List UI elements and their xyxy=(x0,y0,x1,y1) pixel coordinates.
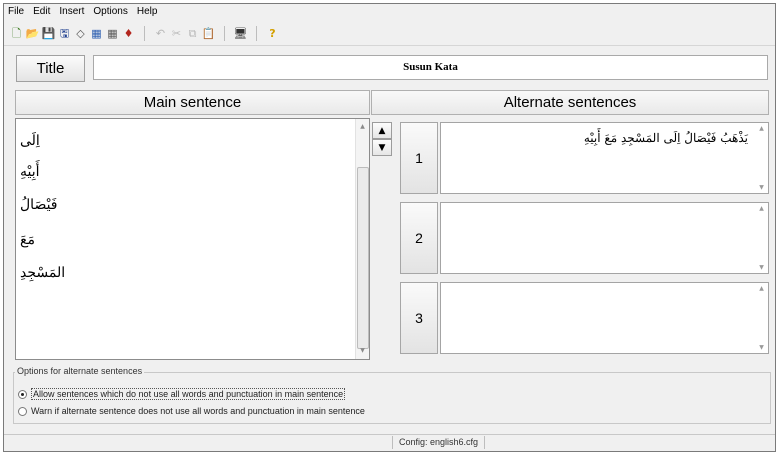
move-up-button[interactable]: ▲ xyxy=(372,122,392,139)
alt-row-3-button[interactable]: 3 xyxy=(400,282,438,354)
main-word[interactable]: أَبِيْهِ xyxy=(20,164,40,180)
alt-3-scrollbar[interactable]: ▲ ▼ xyxy=(755,283,768,353)
toolbar-divider xyxy=(4,45,775,46)
scroll-down-arrow-icon[interactable]: ▼ xyxy=(755,184,768,191)
main-word[interactable]: اِلَى xyxy=(20,133,40,149)
menu-file[interactable]: File xyxy=(8,6,24,19)
menu-edit[interactable]: Edit xyxy=(33,6,50,19)
main-word[interactable]: فَيْصَالُ xyxy=(20,197,58,213)
scroll-up-arrow-icon[interactable]: ▲ xyxy=(755,205,768,212)
option-allow-radio[interactable] xyxy=(18,389,27,399)
alt-row-2-button[interactable]: 2 xyxy=(400,202,438,274)
alt-sentence-1-text: يَذْهَبُ فَيْصَالُ اِلَى المَسْجِدِ مَعَ… xyxy=(583,131,748,145)
toolbar: 🗋 📂 💾 🖫 ◇ ▦ ▦ ♦ ↶ ✂ ⧉ 📋 🖥 ? xyxy=(10,24,279,42)
cut-icon[interactable]: ✂ xyxy=(170,27,183,40)
copy-icon[interactable]: ⧉ xyxy=(186,27,199,40)
alt-sentence-3-field[interactable]: ▲ ▼ xyxy=(440,282,769,354)
save-icon[interactable]: 💾 xyxy=(42,27,56,40)
alt-sentence-2-field[interactable]: ▲ ▼ xyxy=(440,202,769,274)
paste-icon[interactable]: 📋 xyxy=(202,27,216,40)
option-allow-row[interactable]: Allow sentences which do not use all wor… xyxy=(18,388,346,400)
list-icon[interactable]: ▦ xyxy=(90,27,103,40)
scroll-down-arrow-icon[interactable]: ▼ xyxy=(755,344,768,351)
save-as-icon[interactable]: 🖫 xyxy=(58,27,71,40)
config-status: Config: english6.cfg xyxy=(392,436,486,449)
alt-1-scrollbar[interactable]: ▲ ▼ xyxy=(755,123,768,193)
options-legend: Options for alternate sentences xyxy=(15,366,145,376)
option-warn-radio[interactable] xyxy=(18,406,27,416)
alternate-sentences-header: Alternate sentences xyxy=(371,90,769,115)
move-down-button[interactable]: ▼ xyxy=(372,139,392,156)
arrow-down-icon: ▼ xyxy=(378,142,386,153)
status-bar: Config: english6.cfg xyxy=(4,434,775,451)
scroll-up-arrow-icon[interactable]: ▲ xyxy=(755,285,768,292)
help-icon[interactable]: ? xyxy=(266,27,279,40)
scroll-up-arrow-icon[interactable]: ▲ xyxy=(356,121,369,133)
main-word[interactable]: المَسْجِدِ xyxy=(20,265,65,281)
main-scrollbar[interactable]: ▲ ▼ xyxy=(355,119,369,359)
undo-icon[interactable]: ↶ xyxy=(154,27,167,40)
toolbar-separator xyxy=(256,25,257,41)
menu-bar: File Edit Insert Options Help xyxy=(8,6,157,19)
alt-2-scrollbar[interactable]: ▲ ▼ xyxy=(755,203,768,273)
menu-insert[interactable]: Insert xyxy=(59,6,84,19)
toolbar-separator xyxy=(144,25,145,41)
option-warn-row[interactable]: Warn if alternate sentence does not use … xyxy=(18,406,365,416)
diamond-icon[interactable]: ◇ xyxy=(74,27,87,40)
scroll-down-arrow-icon[interactable]: ▼ xyxy=(755,264,768,271)
arrow-up-icon: ▲ xyxy=(378,125,386,136)
grid-icon[interactable]: ▦ xyxy=(106,27,119,40)
title-field[interactable]: Susun Kata xyxy=(93,55,768,80)
open-folder-icon[interactable]: 📂 xyxy=(26,27,40,40)
scroll-down-arrow-icon[interactable]: ▼ xyxy=(356,345,369,357)
menu-help[interactable]: Help xyxy=(137,6,158,19)
monitor-icon[interactable]: 🖥 xyxy=(234,27,248,40)
pin-icon[interactable]: ♦ xyxy=(122,27,135,40)
option-allow-label[interactable]: Allow sentences which do not use all wor… xyxy=(31,388,346,400)
main-sentence-list[interactable]: اِلَى أَبِيْهِ فَيْصَالُ مَعَ المَسْجِدِ… xyxy=(15,118,370,360)
menu-options[interactable]: Options xyxy=(93,6,127,19)
alt-row-1-button[interactable]: 1 xyxy=(400,122,438,194)
toolbar-separator xyxy=(224,25,225,41)
option-warn-label[interactable]: Warn if alternate sentence does not use … xyxy=(31,406,365,416)
alt-sentence-1-field[interactable]: يَذْهَبُ فَيْصَالُ اِلَى المَسْجِدِ مَعَ… xyxy=(440,122,769,194)
scroll-thumb[interactable] xyxy=(357,167,369,349)
title-button[interactable]: Title xyxy=(16,55,85,82)
main-sentence-header: Main sentence xyxy=(15,90,370,115)
new-file-icon[interactable]: 🗋 xyxy=(10,27,23,40)
app-window: File Edit Insert Options Help 🗋 📂 💾 🖫 ◇ … xyxy=(3,3,776,452)
main-word[interactable]: مَعَ xyxy=(20,232,35,248)
scroll-up-arrow-icon[interactable]: ▲ xyxy=(755,125,768,132)
